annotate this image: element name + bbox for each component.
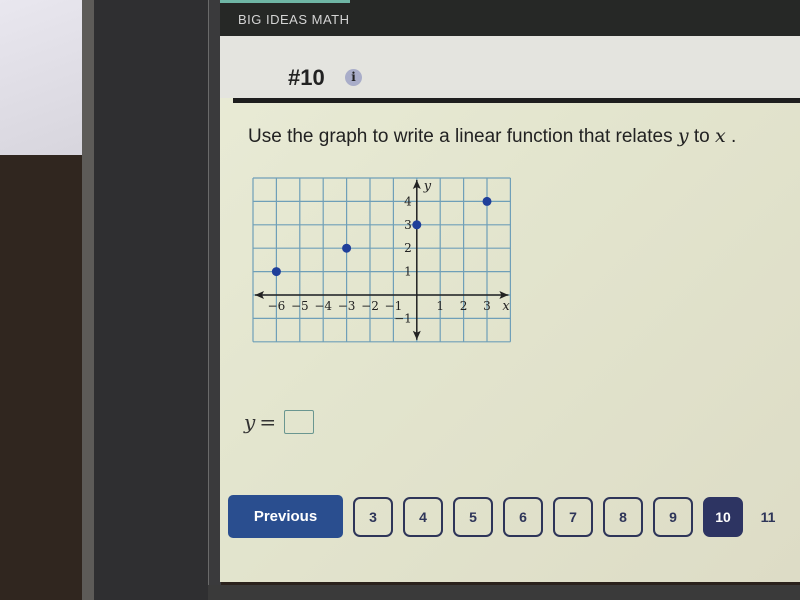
answer-row: y = (244, 410, 315, 434)
info-icon[interactable]: i (345, 69, 362, 86)
screen-bottom-bezel (208, 585, 800, 600)
equals-sign: = (259, 410, 277, 434)
question-header: #10 i (220, 36, 800, 98)
x-tick-label: −4 (314, 299, 332, 313)
page-button-4[interactable]: 4 (403, 496, 443, 537)
coordinate-graph: −6 −5 −4 −3 −2 −1 1 2 3−11234xy (252, 177, 511, 343)
app-header: BIG IDEAS MATH (220, 0, 800, 36)
y-tick-label: −1 (394, 311, 412, 325)
page-button-6[interactable]: 6 (503, 496, 543, 537)
pagination: Previous 3 4 5 6 7 8 9 10 11 (228, 495, 793, 538)
y-tick-label: 4 (404, 194, 412, 208)
x-tick-label: −5 (291, 299, 309, 313)
previous-button[interactable]: Previous (228, 495, 343, 538)
data-point (412, 220, 422, 230)
answer-input[interactable] (284, 410, 315, 434)
y-tick-label: 3 (404, 218, 412, 232)
y-axis-label: y (423, 179, 432, 194)
page-button-8[interactable]: 8 (603, 496, 643, 537)
question-number: #10 (288, 65, 325, 90)
data-point (342, 243, 352, 253)
x-tick-label: −2 (361, 299, 379, 313)
x-tick-label: −3 (338, 299, 356, 313)
y-tick-label: 2 (404, 241, 412, 255)
x-tick-label: −6 (268, 299, 286, 313)
page-button-7[interactable]: 7 (553, 496, 593, 537)
x-axis-label: x (502, 299, 510, 314)
page-button-5[interactable]: 5 (453, 496, 493, 537)
laptop-bezel (94, 0, 218, 600)
paper-sheet (0, 0, 92, 155)
page-button-10[interactable]: 10 (703, 496, 743, 537)
x-tick-label: 3 (483, 299, 491, 313)
brand-logo[interactable]: BIG IDEAS MATH (238, 12, 350, 27)
x-tick-label: 1 (436, 299, 444, 313)
x-tick-label: 2 (460, 299, 468, 313)
y-tick-label: 1 (404, 265, 412, 279)
answer-label: y (244, 410, 256, 434)
data-point (482, 196, 492, 206)
question-prompt: Use the graph to write a linear function… (248, 125, 737, 147)
page-button-3[interactable]: 3 (353, 496, 393, 537)
header-divider (233, 98, 800, 103)
page-button-11[interactable]: 11 (753, 497, 783, 537)
header-accent (220, 0, 350, 3)
question-panel: #10 i Use the graph to write a linear fu… (220, 36, 800, 582)
page-button-9[interactable]: 9 (653, 496, 693, 537)
data-point (271, 267, 281, 277)
